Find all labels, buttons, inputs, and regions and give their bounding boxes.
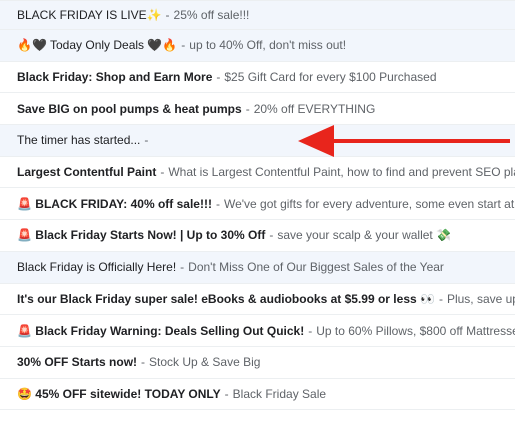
email-rows: BLACK FRIDAY IS LIVE✨ -25% off sale!!! 🔥🖤 … — [0, 0, 515, 411]
arrow-head — [298, 125, 334, 157]
email-row[interactable]: 🤩 45% OFF sitewide! TODAY ONLY - Black Fri… — [0, 378, 515, 411]
email-subject: BLACK FRIDAY IS LIVE✨ — [17, 8, 162, 22]
email-row[interactable]: Black Friday: Shop and Earn More - $25 Gif… — [0, 61, 515, 94]
email-snippet: What is Largest Contentful Paint, how to… — [168, 165, 515, 180]
email-subject: 🚨 Black Friday Starts Now! | Up to 30% O… — [17, 228, 266, 243]
subject-snippet-separator: - — [438, 291, 443, 306]
subject-snippet-separator: - — [245, 101, 250, 116]
email-row[interactable]: 🔥🖤 Today Only Deals 🖤🔥 - up to 40% Off, do… — [0, 30, 515, 62]
subject-snippet-separator: - — [269, 228, 274, 243]
email-row[interactable]: 🚨 Black Friday Warning: Deals Selling Ou… — [0, 315, 515, 347]
email-row[interactable]: 🚨 Black Friday Starts Now! | Up to 30% O… — [0, 220, 515, 252]
email-list: BLACK FRIDAY IS LIVE✨ -25% off sale!!! 🔥🖤 … — [0, 0, 515, 422]
email-subject: Save BIG on pool pumps & heat pumps — [17, 101, 242, 116]
email-subject: 🚨 BLACK FRIDAY: 40% off sale!!! — [17, 196, 212, 211]
subject-snippet-separator: - — [215, 196, 220, 211]
email-row[interactable]: BLACK FRIDAY IS LIVE✨ -25% off sale!!! — [0, 0, 515, 30]
email-snippet: $25 Gift Card for every $100 Purchased — [224, 70, 437, 85]
subject-snippet-separator: - — [144, 133, 149, 148]
subject-snippet-separator: - — [181, 38, 186, 53]
email-snippet: 20% off EVERYTHING — [253, 101, 376, 116]
email-subject: Black Friday: Shop and Earn More — [17, 70, 213, 85]
subject-snippet-separator: - — [224, 386, 229, 401]
red-arrow-annotation — [298, 125, 510, 157]
email-snippet: 25% off sale!!! — [173, 8, 250, 22]
email-subject: The timer has started... — [17, 133, 141, 148]
email-snippet: save your scalp & your wallet 💸 — [277, 228, 452, 243]
subject-snippet-separator: - — [308, 323, 313, 338]
email-subject: It's our Black Friday super sale! eBooks… — [17, 291, 435, 306]
email-snippet: Up to 60% Pillows, $800 off Mattresses, … — [316, 323, 515, 338]
email-snippet: Plus, save up to $50 — [446, 291, 515, 306]
email-subject: 🤩 45% OFF sitewide! TODAY ONLY — [17, 386, 221, 401]
email-row[interactable]: Largest Contentful Paint - What is Largest… — [0, 156, 515, 189]
subject-snippet-separator: - — [160, 165, 165, 180]
email-snippet: Black Friday Sale — [232, 386, 327, 401]
subject-snippet-separator: - — [180, 260, 185, 275]
email-subject: 🔥🖤 Today Only Deals 🖤🔥 — [17, 38, 178, 53]
email-row[interactable]: 🚨 BLACK FRIDAY: 40% off sale!!! - We've go… — [0, 188, 515, 221]
email-snippet: Stock Up & Save Big — [149, 355, 261, 370]
subject-snippet-separator: - — [216, 70, 221, 85]
email-subject: Black Friday is Officially Here! — [17, 260, 177, 275]
subject-snippet-separator: - — [165, 8, 170, 22]
email-snippet: up to 40% Off, don't miss out! — [189, 38, 347, 53]
email-subject: Largest Contentful Paint — [17, 165, 157, 180]
email-subject: 🚨 Black Friday Warning: Deals Selling Ou… — [17, 323, 305, 338]
email-row[interactable]: 30% OFF Starts now! - Stock Up & Save Big — [0, 346, 515, 379]
email-row[interactable]: Black Friday is Officially Here! - Don't M… — [0, 251, 515, 284]
email-subject: 30% OFF Starts now! — [17, 355, 138, 370]
email-row[interactable]: Save BIG on pool pumps & heat pumps -20% … — [0, 93, 515, 126]
subject-snippet-separator: - — [141, 355, 146, 370]
email-row[interactable]: It's our Black Friday super sale! eBooks… — [0, 283, 515, 316]
email-snippet: Don't Miss One of Our Biggest Sales of t… — [188, 260, 444, 275]
email-snippet: We've got gifts for every adventure, som… — [223, 196, 515, 211]
